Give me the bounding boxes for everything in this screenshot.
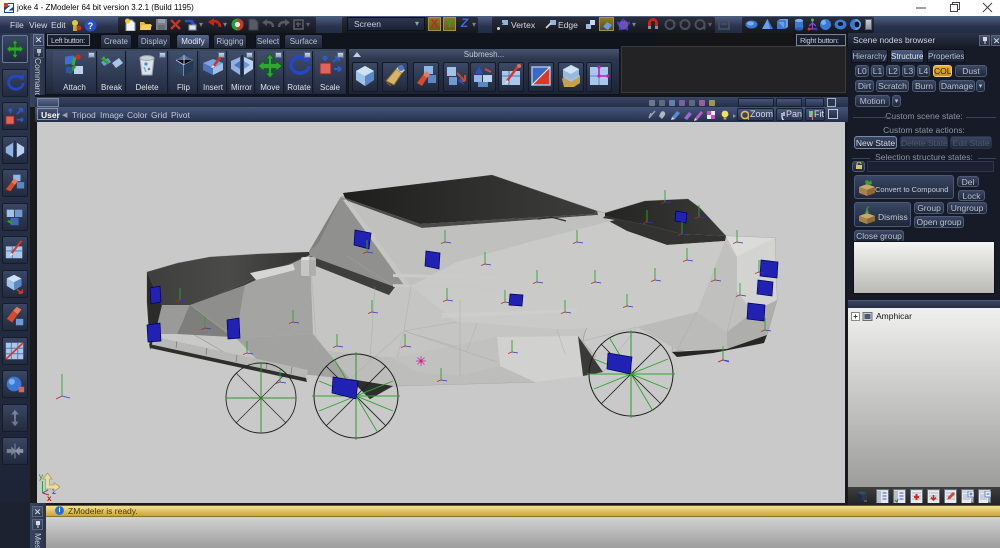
svg-text:?: ? xyxy=(88,21,94,31)
svg-text:y: y xyxy=(39,472,43,481)
